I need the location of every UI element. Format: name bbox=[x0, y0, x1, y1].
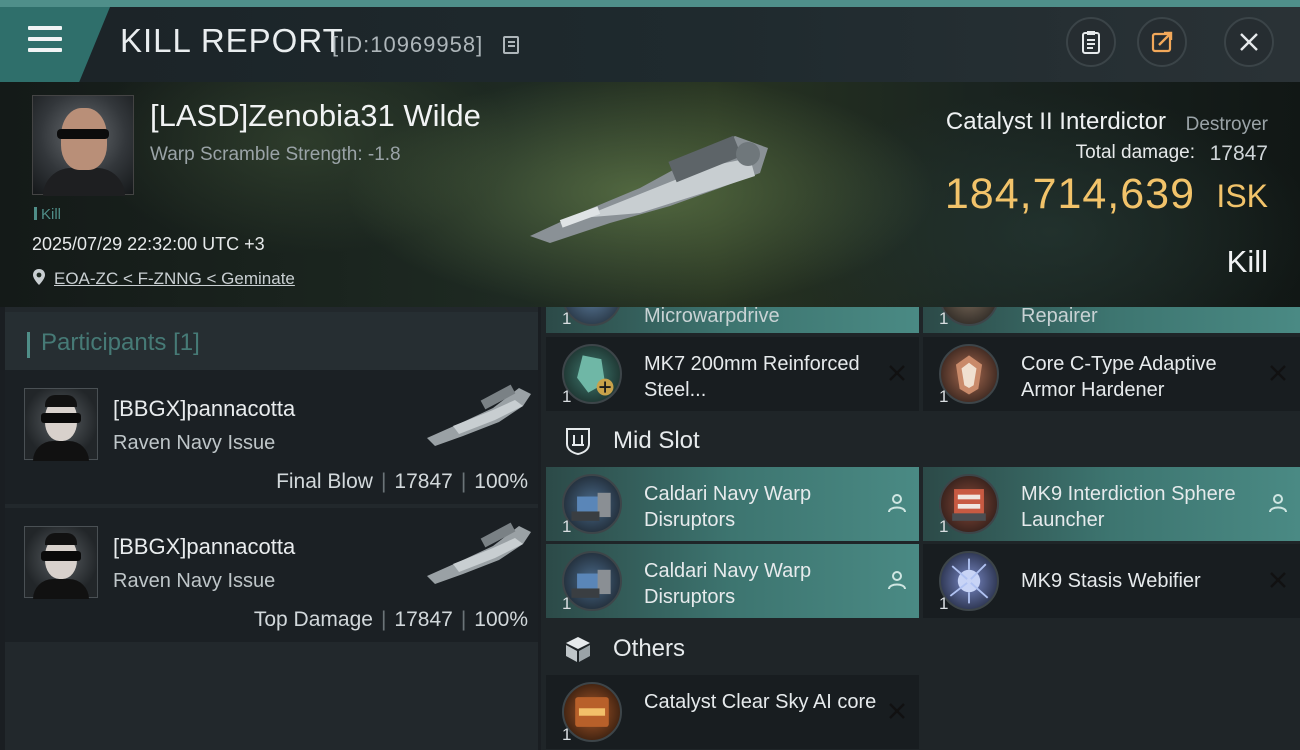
participant-stats: Final Blow | 17847 | 100% bbox=[276, 470, 528, 493]
module-name: Caldari Navy Warp Disruptors bbox=[644, 560, 812, 608]
participant-percent: 100% bbox=[474, 608, 528, 631]
module-warp-disruptor[interactable]: 1 Caldari Navy Warp Disruptors bbox=[546, 467, 919, 541]
cube-icon bbox=[566, 637, 590, 662]
participants-title: Participants [1] bbox=[41, 329, 200, 356]
share-icon bbox=[1151, 31, 1173, 53]
kill-result: Kill bbox=[1226, 244, 1268, 279]
close-button[interactable] bbox=[1224, 17, 1274, 67]
isk-unit: ISK bbox=[1216, 178, 1268, 214]
total-damage-label: Total damage: bbox=[1075, 142, 1195, 163]
module-stasis-webifier[interactable]: 1 MK9 Stasis Webifier bbox=[923, 544, 1300, 618]
fitting-panel: 1 Microwarpdrive 1 Repairer 1 MK7 200mm … bbox=[541, 307, 1300, 750]
participants-panel: Participants [1] [BBGX]pannacotta Raven … bbox=[5, 307, 538, 750]
title-bar: KILL REPORT [ID:10969958] bbox=[0, 0, 1300, 82]
menu-button[interactable] bbox=[0, 7, 110, 82]
participant-row[interactable]: [BBGX]pannacotta Raven Navy Issue Final … bbox=[5, 370, 538, 504]
module-armor-hardener[interactable]: 1 Core C-Type Adaptive Armor Hardener bbox=[923, 337, 1300, 411]
participant-avatar[interactable] bbox=[24, 526, 98, 599]
mid-slot-section: Mid Slot bbox=[541, 414, 1300, 466]
participant-ship: Raven Navy Issue bbox=[113, 432, 276, 454]
mid-slot-icon bbox=[566, 428, 590, 456]
ship-class: Destroyer bbox=[1185, 114, 1268, 135]
pilot-icon[interactable] bbox=[885, 568, 909, 592]
close-icon bbox=[1240, 33, 1258, 51]
module-name: Core C-Type Adaptive Armor Hardener bbox=[1021, 353, 1217, 401]
title-bar-accent-line bbox=[0, 0, 1300, 7]
module-ai-core[interactable]: 1 Catalyst Clear Sky AI core bbox=[546, 675, 919, 749]
ship-name[interactable]: Catalyst II Interdictor bbox=[946, 108, 1166, 136]
drop-icon[interactable] bbox=[885, 699, 909, 723]
page-title: KILL REPORT bbox=[120, 22, 344, 59]
participant-ship-image bbox=[427, 522, 531, 584]
participant-stats: Top Damage | 17847 | 100% bbox=[253, 608, 528, 631]
participants-header: Participants [1] bbox=[5, 312, 538, 370]
participant-name: [BBGX]pannacotta bbox=[113, 396, 296, 421]
copy-icon[interactable] bbox=[503, 36, 519, 54]
module-name: MK9 Stasis Webifier bbox=[1021, 570, 1201, 592]
participant-row[interactable]: [BBGX]pannacotta Raven Navy Issue Top Da… bbox=[5, 508, 538, 642]
module-name: MK7 200mm Reinforced Steel... bbox=[644, 353, 860, 401]
kill-time: 2025/07/29 22:32:00 UTC +3 bbox=[32, 234, 265, 254]
clipboard-icon bbox=[1082, 31, 1100, 54]
participant-damage: 17847 bbox=[394, 608, 453, 631]
participant-avatar[interactable] bbox=[24, 388, 98, 461]
kill-location-link[interactable]: EOA-ZC < F-ZNNG < Geminate bbox=[54, 269, 295, 289]
share-button[interactable] bbox=[1137, 17, 1187, 67]
module-repairer[interactable]: 1 Repairer bbox=[923, 307, 1300, 333]
ship-image bbox=[530, 135, 768, 243]
drop-icon[interactable] bbox=[1266, 361, 1290, 385]
module-mk7-plate[interactable]: 1 MK7 200mm Reinforced Steel... bbox=[546, 337, 919, 411]
isk-value: 184,714,639 bbox=[944, 170, 1195, 218]
module-name: MK9 Interdiction Sphere Launcher bbox=[1021, 483, 1236, 531]
module-sphere-launcher[interactable]: 1 MK9 Interdiction Sphere Launcher bbox=[923, 467, 1300, 541]
mid-slot-title: Mid Slot bbox=[613, 427, 700, 454]
others-title: Others bbox=[613, 635, 686, 662]
others-section: Others bbox=[541, 622, 1300, 674]
pilot-icon[interactable] bbox=[885, 491, 909, 515]
participant-ship: Raven Navy Issue bbox=[113, 570, 276, 592]
participant-ship-image bbox=[427, 384, 531, 446]
kill-tag: Kill bbox=[34, 206, 61, 223]
victim-avatar[interactable] bbox=[32, 95, 134, 196]
report-id: [ID:10969958] bbox=[332, 32, 484, 57]
module-name: Repairer bbox=[1021, 307, 1098, 327]
drop-icon[interactable] bbox=[885, 361, 909, 385]
participants-count: [1] bbox=[173, 329, 200, 356]
drop-icon[interactable] bbox=[1266, 568, 1290, 592]
module-name: Catalyst Clear Sky AI core bbox=[644, 691, 877, 713]
participant-name: [BBGX]pannacotta bbox=[113, 534, 296, 559]
participant-damage: 17847 bbox=[394, 470, 453, 493]
participant-label: Top Damage bbox=[253, 608, 373, 631]
module-name: Caldari Navy Warp Disruptors bbox=[644, 483, 812, 531]
kill-header: [LASD]Zenobia31 Wilde Warp Scramble Stre… bbox=[0, 82, 1300, 307]
victim-stat: Warp Scramble Strength: -1.8 bbox=[150, 144, 401, 165]
pilot-icon[interactable] bbox=[1266, 491, 1290, 515]
participant-percent: 100% bbox=[474, 470, 528, 493]
participant-label: Final Blow bbox=[276, 470, 373, 493]
clipboard-button[interactable] bbox=[1066, 17, 1116, 67]
module-microwarpdrive[interactable]: 1 Microwarpdrive bbox=[546, 307, 919, 333]
victim-name[interactable]: [LASD]Zenobia31 Wilde bbox=[150, 98, 481, 134]
module-warp-disruptor[interactable]: 1 Caldari Navy Warp Disruptors bbox=[546, 544, 919, 618]
location-pin-icon bbox=[33, 269, 45, 285]
total-damage-value: 17847 bbox=[1209, 142, 1268, 165]
module-name: Microwarpdrive bbox=[644, 307, 780, 327]
